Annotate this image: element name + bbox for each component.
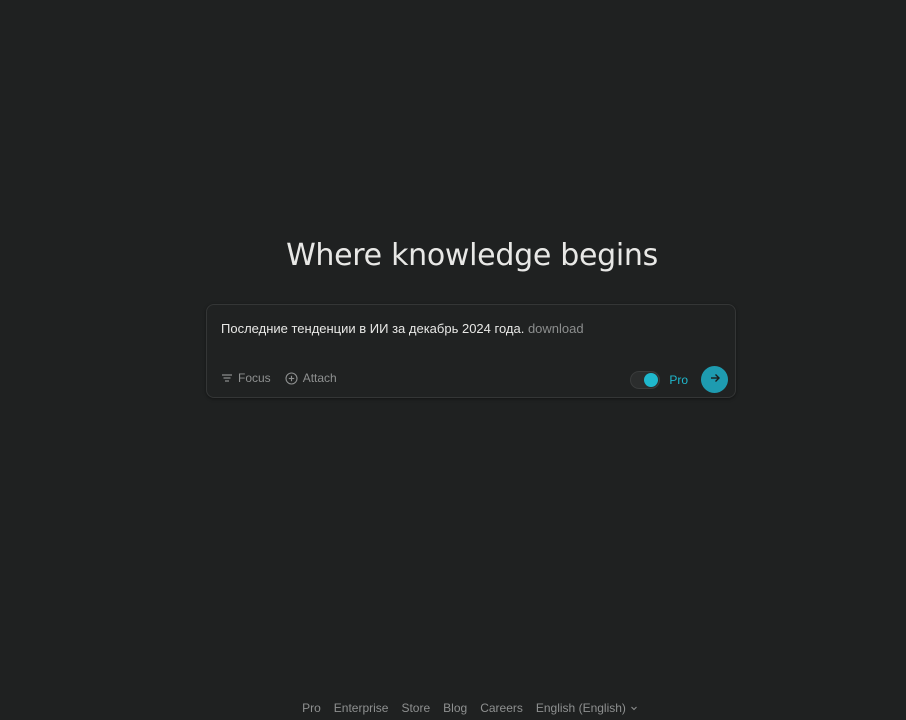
filter-icon bbox=[221, 372, 233, 384]
page-title: Where knowledge begins bbox=[286, 238, 658, 273]
focus-button[interactable]: Focus bbox=[221, 371, 271, 385]
footer-link-store[interactable]: Store bbox=[401, 701, 430, 715]
focus-label: Focus bbox=[238, 371, 271, 385]
footer-link-enterprise[interactable]: Enterprise bbox=[334, 701, 389, 715]
search-toolbar-left: Focus Attach bbox=[221, 371, 337, 385]
plus-circle-icon bbox=[285, 371, 298, 385]
footer-link-careers[interactable]: Careers bbox=[480, 701, 523, 715]
search-toolbar-right: Pro bbox=[630, 366, 728, 393]
attach-label: Attach bbox=[302, 371, 337, 385]
query-suggestion[interactable]: download bbox=[528, 321, 584, 336]
chevron-down-icon bbox=[630, 701, 638, 715]
submit-button[interactable] bbox=[701, 366, 728, 393]
attach-button[interactable]: Attach bbox=[285, 371, 337, 385]
search-input[interactable]: Последние тенденции в ИИ за декабрь 2024… bbox=[221, 321, 584, 336]
search-box[interactable]: Последние тенденции в ИИ за декабрь 2024… bbox=[206, 304, 736, 398]
arrow-right-icon bbox=[709, 371, 721, 389]
footer-link-blog[interactable]: Blog bbox=[443, 701, 467, 715]
page: Where knowledge begins Последние тенденц… bbox=[0, 0, 906, 720]
language-selector[interactable]: English (English) bbox=[536, 701, 638, 715]
language-label: English (English) bbox=[535, 701, 626, 715]
footer-link-pro[interactable]: Pro bbox=[302, 701, 321, 715]
pro-toggle[interactable] bbox=[630, 370, 661, 389]
footer: Pro Enterprise Store Blog Careers Englis… bbox=[0, 701, 906, 715]
pro-label: Pro bbox=[669, 372, 688, 387]
query-text: Последние тенденции в ИИ за декабрь 2024… bbox=[221, 321, 525, 336]
toggle-knob bbox=[644, 372, 659, 387]
